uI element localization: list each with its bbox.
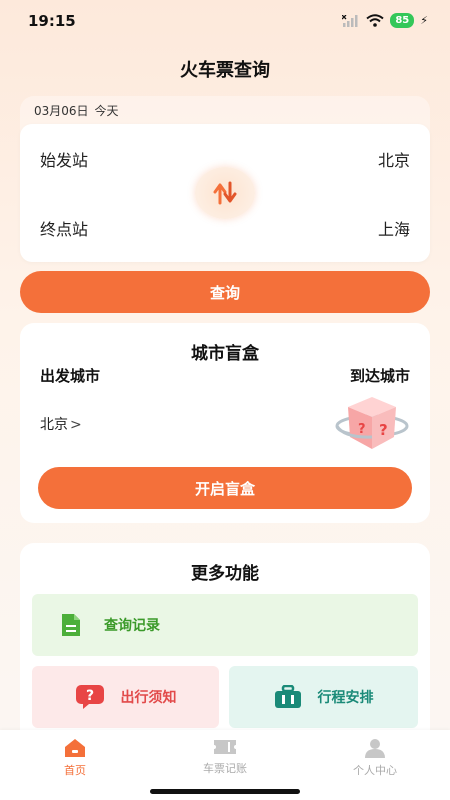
from-city-label: 出发城市 xyxy=(40,367,101,385)
wifi-icon xyxy=(366,14,384,27)
tab-home[interactable]: 首页 xyxy=(30,738,120,778)
mystery-box-icon: ? ? xyxy=(335,397,409,449)
status-time: 19:15 xyxy=(28,12,76,30)
status-bar: 19:15 85 ⚡ xyxy=(0,0,450,40)
destination-value[interactable]: 上海 xyxy=(378,216,410,240)
question-bubble-icon: ? xyxy=(75,684,105,710)
tab-ticket-ledger-label: 车票记账 xyxy=(203,762,247,775)
charging-icon: ⚡ xyxy=(420,14,428,27)
from-city-selector[interactable]: 北京 > xyxy=(40,414,82,434)
query-history-label: 查询记录 xyxy=(104,618,160,634)
page-title: 火车票查询 xyxy=(180,60,270,81)
query-history-tile[interactable]: 查询记录 xyxy=(32,594,418,656)
home-icon xyxy=(65,739,85,757)
svg-text:?: ? xyxy=(358,422,366,437)
date-text: 03月06日 xyxy=(34,104,89,118)
query-button[interactable]: 查询 xyxy=(20,271,430,313)
station-card: 始发站 北京 终点站 上海 xyxy=(20,124,430,262)
svg-text:?: ? xyxy=(379,421,388,439)
ticket-icon xyxy=(214,740,236,754)
travel-notice-label: 出行须知 xyxy=(120,690,177,706)
swap-stations-button[interactable] xyxy=(195,167,255,219)
origin-label: 始发站 xyxy=(40,150,89,170)
blind-box-title: 城市盲盒 xyxy=(191,344,259,364)
blind-box-card: 城市盲盒 出发城市 到达城市 北京 > ? ? 开启盲盒 xyxy=(20,323,430,523)
svg-text:?: ? xyxy=(86,688,94,704)
origin-value[interactable]: 北京 xyxy=(378,147,410,171)
from-city-value: 北京 xyxy=(40,417,68,433)
itinerary-tile[interactable]: 行程安排 xyxy=(229,666,418,728)
date-selector[interactable]: 03月06日 今天 xyxy=(34,102,119,119)
document-icon xyxy=(60,612,82,638)
more-functions-card: 更多功能 查询记录 ? 出行须知 行程安排 xyxy=(20,543,430,743)
tab-home-label: 首页 xyxy=(64,764,86,777)
destination-label: 终点站 xyxy=(40,219,89,239)
travel-notice-tile[interactable]: ? 出行须知 xyxy=(32,666,219,728)
suitcase-icon xyxy=(274,685,302,709)
to-city-label: 到达城市 xyxy=(349,367,410,385)
chevron-right-icon: > xyxy=(70,417,82,433)
home-indicator[interactable] xyxy=(150,789,300,794)
itinerary-label: 行程安排 xyxy=(317,690,374,706)
tab-ticket-ledger[interactable]: 车票记账 xyxy=(180,738,270,776)
open-blind-box-button[interactable]: 开启盲盒 xyxy=(38,467,412,509)
day-label: 今天 xyxy=(94,104,119,118)
status-icons: 85 ⚡ xyxy=(342,13,428,28)
tab-profile[interactable]: 个人中心 xyxy=(330,738,420,778)
person-icon xyxy=(365,739,385,758)
swap-arrows-icon xyxy=(213,181,237,205)
more-functions-title: 更多功能 xyxy=(191,564,259,584)
tab-profile-label: 个人中心 xyxy=(353,764,397,777)
signal-icon xyxy=(342,14,358,27)
battery-badge: 85 xyxy=(390,13,415,28)
